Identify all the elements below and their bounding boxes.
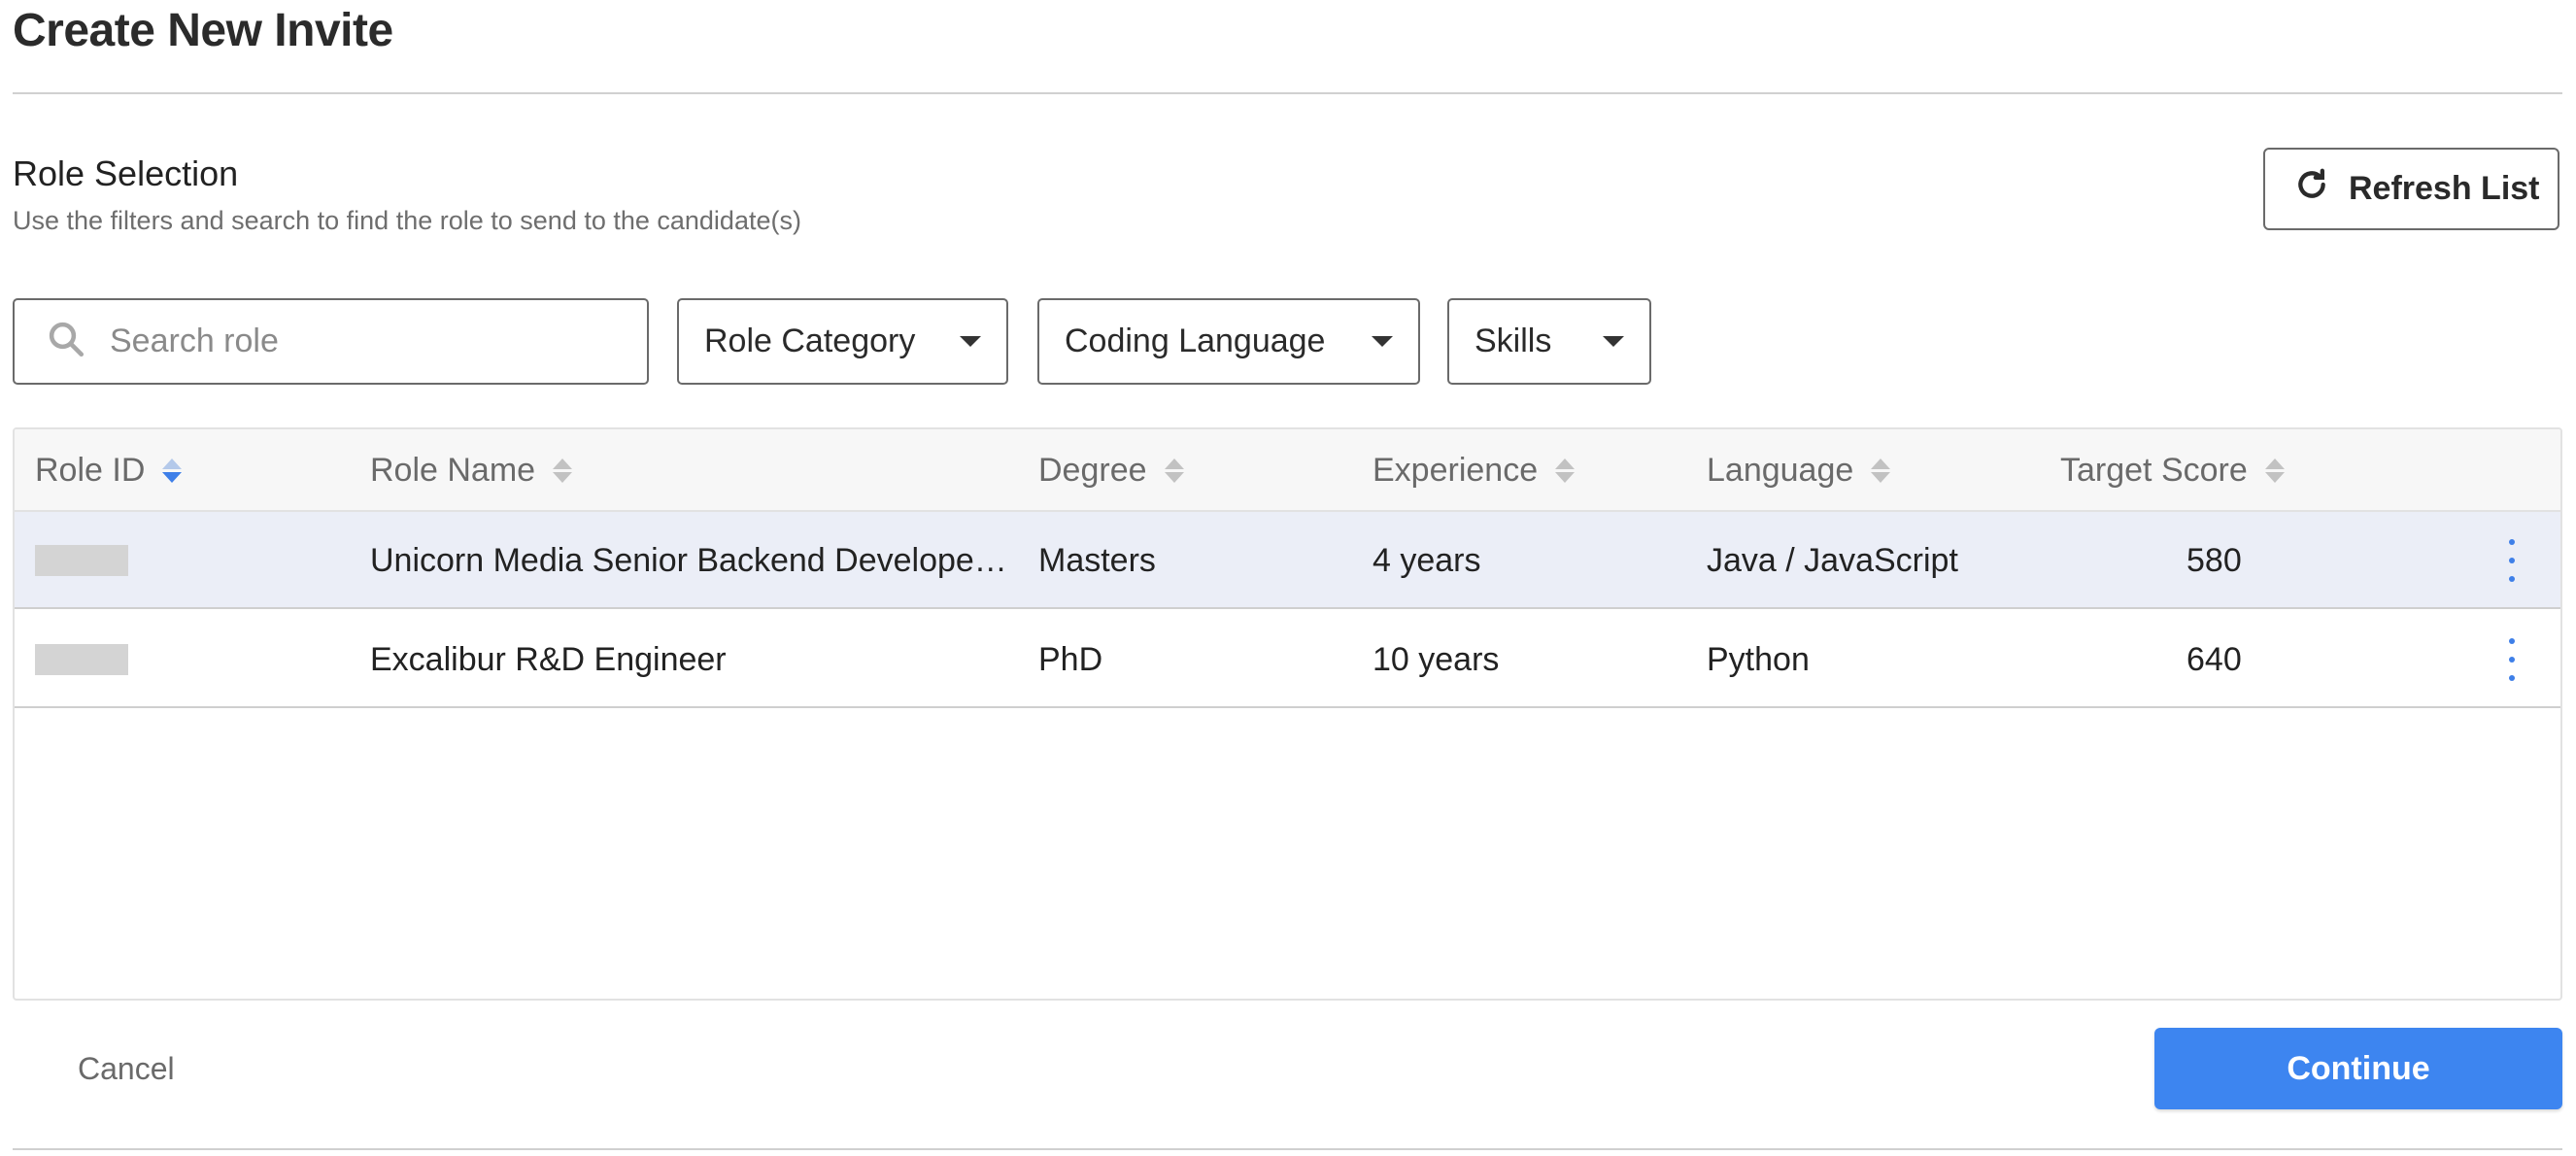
column-header-target-score[interactable]: Target Score [2060,429,2285,512]
column-header-degree[interactable]: Degree [1038,429,1184,512]
refresh-list-button[interactable]: Refresh List [2263,148,2559,230]
role-category-dropdown[interactable]: Role Category [677,298,1008,385]
language-cell: Python [1707,640,1810,678]
search-box[interactable] [13,298,649,385]
sort-icon [1555,459,1576,483]
table-row[interactable]: Unicorn Media Senior Backend Develope… M… [15,512,2560,609]
language-cell: Java / JavaScript [1707,541,1958,579]
redacted-role-id [35,644,128,675]
column-header-label: Degree [1038,452,1147,489]
column-header-language[interactable]: Language [1707,429,1891,512]
table-row[interactable]: Excalibur R&D Engineer PhD 10 years Pyth… [15,611,2560,708]
role-id-cell [35,512,128,609]
column-header-label: Language [1707,452,1854,489]
sort-icon [1871,459,1891,483]
caret-down-icon [1372,336,1393,347]
continue-button[interactable]: Continue [2154,1028,2562,1109]
cancel-button[interactable]: Cancel [56,1039,196,1098]
more-options-icon[interactable] [2502,638,2522,681]
table-header: Role ID Role Name Degree Experience Lang… [15,429,2560,512]
skills-dropdown[interactable]: Skills [1447,298,1651,385]
header-divider [13,92,2562,94]
column-header-role-id[interactable]: Role ID [35,429,183,512]
column-header-label: Role ID [35,452,146,489]
create-invite-page: Create New Invite Role Selection Use the… [0,0,2576,1156]
role-id-cell [35,611,128,708]
section-title: Role Selection [13,153,239,193]
role-category-label: Role Category [704,323,916,359]
coding-language-dropdown[interactable]: Coding Language [1037,298,1420,385]
experience-cell: 4 years [1373,541,1481,579]
footer-divider [13,1148,2562,1150]
refresh-icon [2292,165,2331,213]
sort-icon [162,459,183,483]
experience-cell: 10 years [1373,640,1500,678]
degree-cell: PhD [1038,640,1103,678]
column-header-label: Experience [1373,452,1539,489]
section-subtitle: Use the filters and search to find the r… [13,206,801,235]
target-score-cell: 640 [2186,640,2242,678]
column-header-experience[interactable]: Experience [1373,429,1576,512]
caret-down-icon [960,336,981,347]
search-input[interactable] [110,323,634,360]
sort-icon [553,459,573,483]
role-name-cell: Unicorn Media Senior Backend Develope… [370,541,1007,579]
skills-label: Skills [1474,323,1552,359]
column-header-role-name[interactable]: Role Name [370,429,573,512]
sort-icon [1164,459,1184,483]
column-header-label: Role Name [370,452,536,489]
roles-table: Role ID Role Name Degree Experience Lang… [13,427,2562,1001]
page-title: Create New Invite [13,5,393,56]
coding-language-label: Coding Language [1065,323,1326,359]
caret-down-icon [1603,336,1624,347]
refresh-list-label: Refresh List [2349,170,2540,207]
redacted-role-id [35,545,128,576]
target-score-cell: 580 [2186,541,2242,579]
more-options-icon[interactable] [2502,539,2522,582]
degree-cell: Masters [1038,541,1156,579]
sort-icon [2264,459,2285,483]
column-header-label: Target Score [2060,452,2248,489]
search-icon [46,319,86,364]
role-name-cell: Excalibur R&D Engineer [370,640,727,678]
